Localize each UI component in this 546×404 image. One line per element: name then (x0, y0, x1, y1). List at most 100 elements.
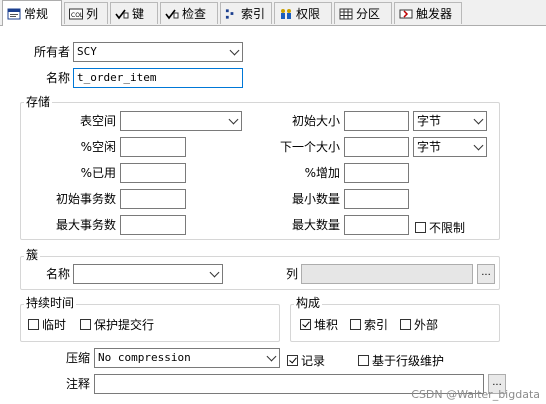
chevron-down-icon (266, 351, 277, 362)
tab-triggers[interactable]: 触发器 (394, 2, 462, 24)
name-input[interactable]: t_order_item (73, 68, 243, 88)
tab-general[interactable]: 常规 (2, 0, 62, 26)
pct-increase-label: %增加 (304, 166, 340, 180)
compression-value: No compression (98, 351, 191, 364)
tab-label: 权限 (296, 7, 321, 21)
chevron-down-icon (473, 114, 484, 125)
pct-free-input[interactable] (120, 137, 186, 157)
tab-label: 检查 (182, 7, 207, 21)
trigger-icon (399, 9, 413, 18)
cluster-name-label: 名称 (45, 267, 70, 281)
row-movement-label: 基于行级维护 (372, 353, 445, 368)
pct-increase-input[interactable] (344, 163, 409, 183)
tab-indexes[interactable]: 索引 (220, 2, 272, 24)
comment-label: 注释 (65, 377, 90, 391)
unlimited-label: 不限制 (429, 220, 466, 235)
tab-label: 索引 (240, 7, 265, 21)
chevron-down-icon (228, 114, 239, 125)
min-extents-label: 最小数量 (291, 192, 340, 206)
columns-icon: COL (69, 8, 83, 19)
logging-checkbox[interactable]: 记录 (287, 352, 325, 368)
preserve-rows-checkbox[interactable]: 保护提交行 (80, 316, 154, 332)
cluster-columns-label: 列 (285, 267, 298, 281)
checkbox-box (415, 221, 426, 233)
unlimited-checkbox[interactable]: 不限制 (415, 219, 465, 235)
tab-columns[interactable]: COL 列 (64, 2, 108, 24)
checkbox-box (80, 318, 91, 330)
heap-label: 堆积 (314, 317, 339, 332)
cluster-browse-button[interactable]: ... (477, 264, 495, 284)
key-icon (115, 9, 129, 19)
cluster-title: 簇 (24, 248, 41, 262)
svg-text:COL: COL (71, 12, 83, 19)
max-extents-label: 最大数量 (291, 218, 340, 232)
pct-used-label: %已用 (80, 166, 116, 180)
tab-label: 分区 (356, 7, 381, 21)
ini-trans-label: 初始事务数 (55, 192, 116, 206)
index-icon (225, 8, 234, 19)
tab-label: 列 (86, 7, 99, 21)
tab-label: 触发器 (416, 7, 453, 21)
cluster-columns-field[interactable] (301, 264, 473, 284)
logging-label: 记录 (301, 353, 326, 368)
tab-bar: 常规 COL 列 键 检查 索引 权限 分区 触发器 (0, 0, 546, 26)
checkbox-box (350, 318, 361, 330)
watermark: CSDN @Walter_bigdata (411, 388, 540, 401)
cluster-name-select[interactable] (73, 264, 223, 284)
temporary-label: 临时 (42, 317, 67, 332)
next-size-label: 下一个大小 (279, 140, 340, 154)
index-label: 索引 (364, 317, 389, 332)
organization-title: 构成 (294, 296, 323, 310)
row-movement-checkbox[interactable]: 基于行级维护 (358, 352, 444, 368)
initial-unit-select[interactable]: 字节 (413, 111, 487, 131)
pct-free-label: %空闲 (80, 140, 116, 154)
ini-trans-input[interactable] (120, 189, 186, 209)
compression-label: 压缩 (65, 351, 90, 365)
chevron-down-icon (229, 45, 240, 56)
owner-label: 所有者 (33, 45, 70, 59)
max-trans-input[interactable] (120, 215, 186, 235)
storage-title: 存储 (24, 95, 53, 109)
min-extents-input[interactable] (344, 189, 409, 209)
tab-checks[interactable]: 检查 (160, 2, 218, 24)
chevron-down-icon (209, 267, 220, 278)
external-label: 外部 (414, 317, 439, 332)
max-trans-label: 最大事务数 (55, 218, 116, 232)
checkbox-box (287, 354, 298, 366)
check-icon (165, 9, 179, 19)
general-icon (7, 8, 21, 19)
compression-select[interactable]: No compression (94, 348, 280, 368)
initial-size-label: 初始大小 (291, 114, 340, 128)
initial-unit-value: 字节 (417, 114, 442, 128)
chevron-down-icon (473, 140, 484, 151)
grid-icon (339, 8, 353, 19)
tab-label: 键 (132, 7, 145, 21)
tab-partitions[interactable]: 分区 (334, 2, 392, 24)
tablespace-select[interactable] (120, 111, 242, 131)
owner-value: SCY (77, 45, 97, 58)
next-size-input[interactable] (344, 137, 409, 157)
users-icon (281, 8, 291, 19)
next-unit-select[interactable]: 字节 (413, 137, 487, 157)
tab-divider (0, 25, 546, 26)
pct-used-input[interactable] (120, 163, 186, 183)
tab-label: 常规 (24, 7, 49, 21)
next-unit-value: 字节 (417, 140, 442, 154)
preserve-rows-label: 保护提交行 (94, 317, 155, 332)
external-checkbox[interactable]: 外部 (400, 316, 438, 332)
checkbox-box (400, 318, 411, 330)
checkbox-box (300, 318, 311, 330)
initial-size-input[interactable] (344, 111, 409, 131)
tab-privileges[interactable]: 权限 (274, 2, 332, 24)
owner-select[interactable]: SCY (73, 42, 243, 62)
checkbox-box (28, 318, 39, 330)
temporary-checkbox[interactable]: 临时 (28, 316, 66, 332)
name-label: 名称 (45, 71, 70, 85)
max-extents-input[interactable] (344, 215, 409, 235)
tab-keys[interactable]: 键 (110, 2, 158, 24)
index-checkbox[interactable]: 索引 (350, 316, 388, 332)
duration-title: 持续时间 (24, 296, 77, 310)
tablespace-label: 表空间 (79, 114, 116, 128)
checkbox-box (358, 354, 369, 366)
heap-checkbox[interactable]: 堆积 (300, 316, 338, 332)
